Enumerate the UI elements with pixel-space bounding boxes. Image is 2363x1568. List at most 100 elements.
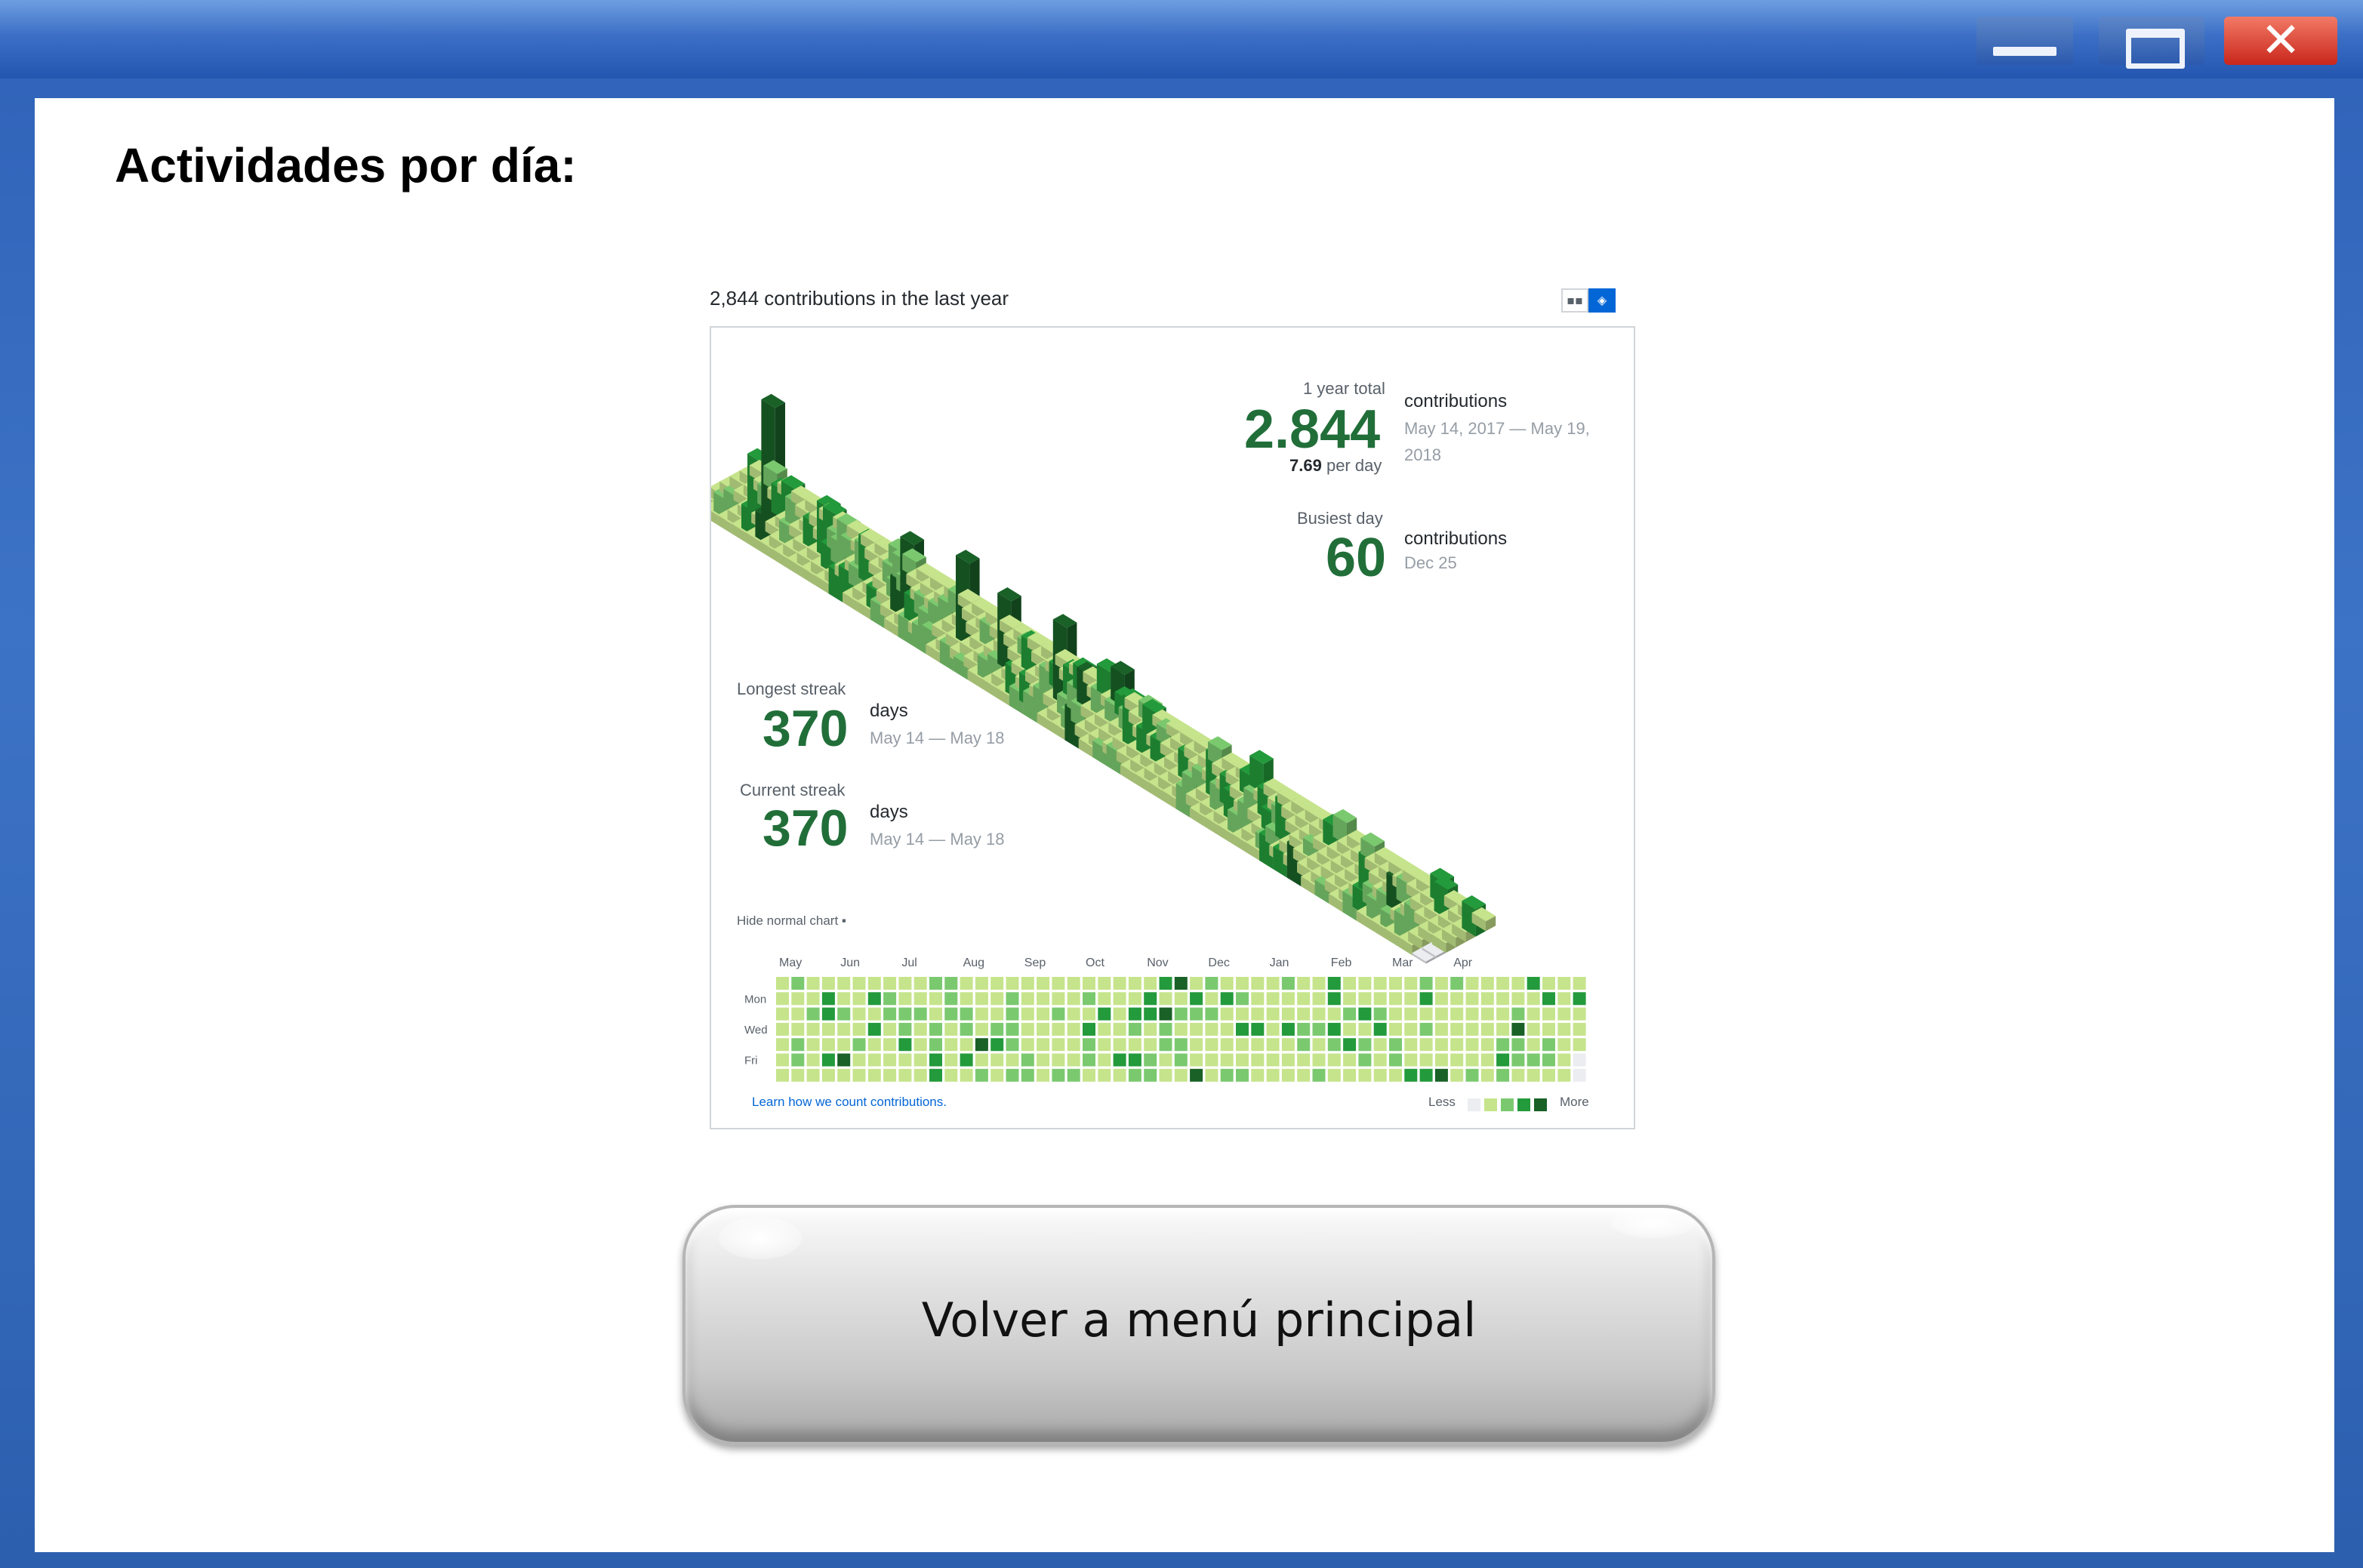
calendar-day[interactable] <box>1205 1022 1218 1036</box>
calendar-day[interactable] <box>1419 1068 1433 1082</box>
calendar-day[interactable] <box>1465 1038 1479 1052</box>
calendar-day[interactable] <box>1404 977 1418 990</box>
calendar-day[interactable] <box>1098 1053 1111 1067</box>
calendar-day[interactable] <box>1404 1053 1418 1067</box>
calendar-day[interactable] <box>1067 992 1080 1006</box>
calendar-day[interactable] <box>1450 1068 1464 1082</box>
calendar-day[interactable] <box>1205 1038 1218 1052</box>
calendar-day[interactable] <box>1573 1068 1586 1082</box>
calendar-day[interactable] <box>1312 992 1326 1006</box>
calendar-day[interactable] <box>1480 1053 1494 1067</box>
calendar-day[interactable] <box>1021 1038 1034 1052</box>
calendar-day[interactable] <box>1113 1068 1126 1082</box>
calendar-day[interactable] <box>1542 1007 1555 1021</box>
calendar-day[interactable] <box>1281 1007 1295 1021</box>
calendar-day[interactable] <box>1266 1068 1280 1082</box>
calendar-day[interactable] <box>1159 1068 1172 1082</box>
calendar-day[interactable] <box>1159 992 1172 1006</box>
calendar-day[interactable] <box>1404 1038 1418 1052</box>
calendar-day[interactable] <box>960 977 973 990</box>
calendar-day[interactable] <box>1573 992 1586 1006</box>
calendar-day[interactable] <box>1557 1022 1571 1036</box>
calendar-day[interactable] <box>944 1053 958 1067</box>
calendar-day[interactable] <box>1327 1053 1341 1067</box>
calendar-day[interactable] <box>1251 1053 1265 1067</box>
calendar-day[interactable] <box>1006 1053 1019 1067</box>
calendar-day[interactable] <box>852 1038 866 1052</box>
calendar-day[interactable] <box>1236 1053 1249 1067</box>
isometric-view-icon[interactable]: ◈ <box>1588 288 1616 313</box>
calendar-day[interactable] <box>1343 1022 1357 1036</box>
calendar-day[interactable] <box>1511 1007 1525 1021</box>
calendar-day[interactable] <box>898 1022 912 1036</box>
calendar-day[interactable] <box>791 977 805 990</box>
calendar-day[interactable] <box>1343 1068 1357 1082</box>
calendar-day[interactable] <box>975 1053 988 1067</box>
calendar-day[interactable] <box>1098 1007 1111 1021</box>
calendar-day[interactable] <box>867 1022 881 1036</box>
calendar-day[interactable] <box>1205 1068 1218 1082</box>
calendar-day[interactable] <box>1511 977 1525 990</box>
calendar-day[interactable] <box>1006 1007 1019 1021</box>
calendar-day[interactable] <box>1190 1068 1203 1082</box>
calendar-day[interactable] <box>1021 992 1034 1006</box>
calendar-day[interactable] <box>1465 1007 1479 1021</box>
calendar-day[interactable] <box>1465 1022 1479 1036</box>
calendar-day[interactable] <box>1511 1022 1525 1036</box>
calendar-day[interactable] <box>1465 1053 1479 1067</box>
calendar-day[interactable] <box>1174 1022 1188 1036</box>
calendar-day[interactable] <box>975 992 988 1006</box>
calendar-day[interactable] <box>1358 1068 1372 1082</box>
calendar-day[interactable] <box>1465 1068 1479 1082</box>
calendar-day[interactable] <box>1220 1022 1234 1036</box>
calendar-day[interactable] <box>1021 1068 1034 1082</box>
calendar-day[interactable] <box>1527 1038 1540 1052</box>
calendar-day[interactable] <box>1327 992 1341 1006</box>
calendar-day[interactable] <box>1220 1068 1234 1082</box>
calendar-day[interactable] <box>1557 1038 1571 1052</box>
calendar-day[interactable] <box>1236 1068 1249 1082</box>
calendar-day[interactable] <box>776 992 789 1006</box>
calendar-day[interactable] <box>1389 992 1402 1006</box>
calendar-day[interactable] <box>1159 977 1172 990</box>
calendar-day[interactable] <box>806 1022 820 1036</box>
calendar-day[interactable] <box>837 992 851 1006</box>
calendar-day[interactable] <box>1205 1053 1218 1067</box>
calendar-day[interactable] <box>1419 1007 1433 1021</box>
calendar-day[interactable] <box>852 1053 866 1067</box>
calendar-day[interactable] <box>1251 977 1265 990</box>
calendar-day[interactable] <box>867 1007 881 1021</box>
calendar-day[interactable] <box>1174 1007 1188 1021</box>
calendar-day[interactable] <box>1037 1007 1050 1021</box>
calendar-day[interactable] <box>837 977 851 990</box>
calendar-day[interactable] <box>1266 1007 1280 1021</box>
calendar-day[interactable] <box>1006 977 1019 990</box>
calendar-day[interactable] <box>1098 1022 1111 1036</box>
calendar-day[interactable] <box>883 1068 897 1082</box>
calendar-day[interactable] <box>1281 1022 1295 1036</box>
calendar-day[interactable] <box>1542 992 1555 1006</box>
calendar-day[interactable] <box>837 1007 851 1021</box>
calendar-day[interactable] <box>1373 992 1387 1006</box>
calendar-day[interactable] <box>1281 1053 1295 1067</box>
calendar-day[interactable] <box>1281 977 1295 990</box>
calendar-day[interactable] <box>1128 1053 1141 1067</box>
calendar-day[interactable] <box>1389 1007 1402 1021</box>
calendar-day[interactable] <box>1511 1053 1525 1067</box>
calendar-day[interactable] <box>1113 1022 1126 1036</box>
calendar-day[interactable] <box>1236 1038 1249 1052</box>
calendar-day[interactable] <box>913 1007 927 1021</box>
calendar-day[interactable] <box>975 1022 988 1036</box>
calendar-day[interactable] <box>1006 1022 1019 1036</box>
calendar-day[interactable] <box>791 1053 805 1067</box>
calendar-day[interactable] <box>1542 1038 1555 1052</box>
calendar-day[interactable] <box>1236 1007 1249 1021</box>
calendar-day[interactable] <box>1037 1038 1050 1052</box>
calendar-day[interactable] <box>1480 992 1494 1006</box>
calendar-day[interactable] <box>1450 992 1464 1006</box>
calendar-day[interactable] <box>913 1038 927 1052</box>
calendar-day[interactable] <box>898 1053 912 1067</box>
calendar-day[interactable] <box>1220 1007 1234 1021</box>
calendar-day[interactable] <box>1573 1022 1586 1036</box>
calendar-day[interactable] <box>1450 1038 1464 1052</box>
